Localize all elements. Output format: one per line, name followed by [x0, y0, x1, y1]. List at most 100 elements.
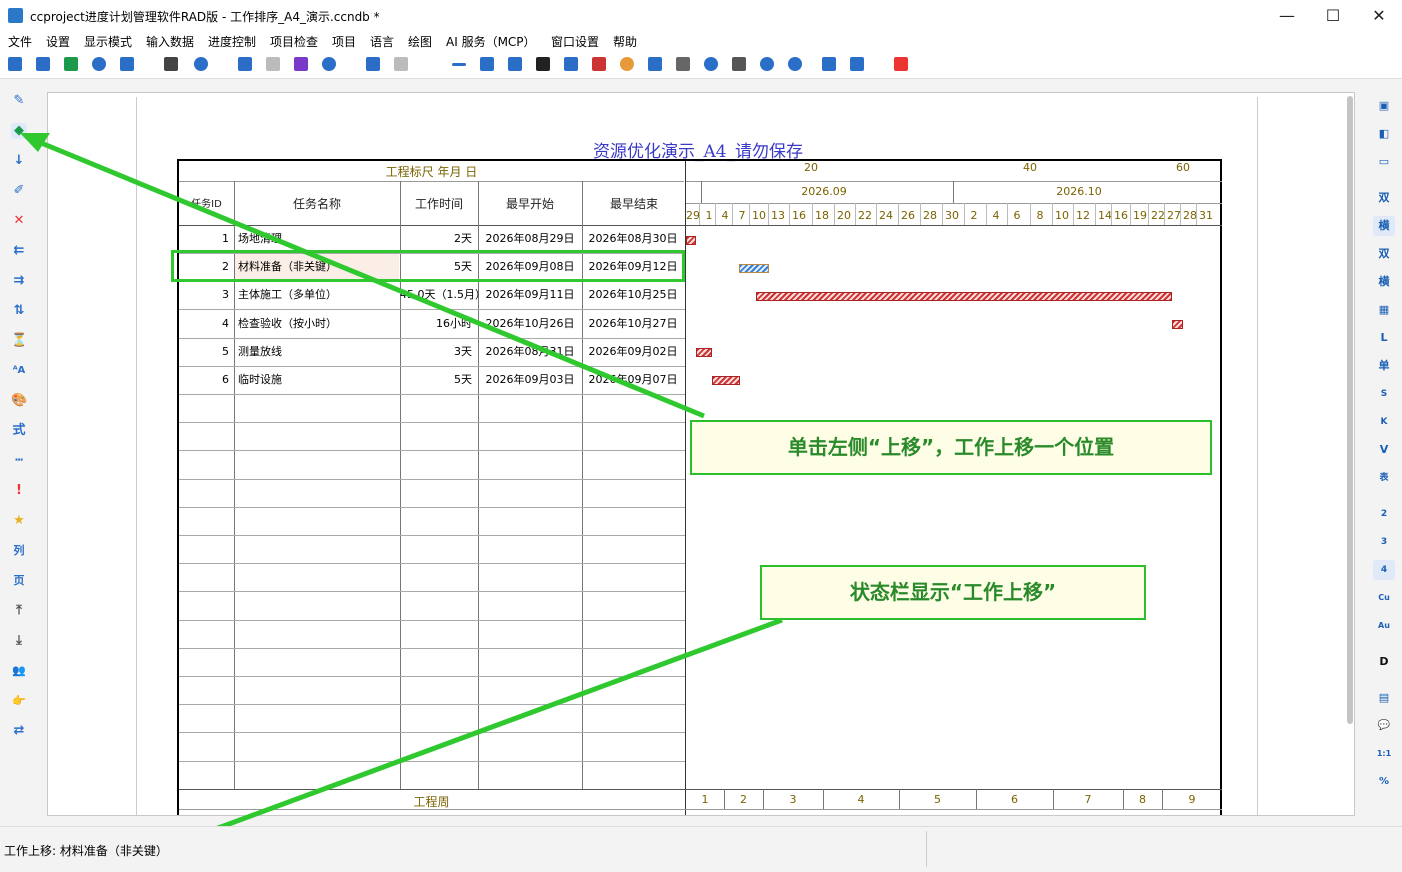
pencil-icon[interactable]: ✎: [11, 93, 27, 109]
info-icon[interactable]: [704, 57, 718, 71]
save-icon[interactable]: [64, 57, 78, 71]
formula-icon[interactable]: 式: [11, 423, 27, 439]
menu-help[interactable]: 帮助: [613, 33, 637, 50]
menu-language[interactable]: 语言: [370, 33, 394, 50]
palette-icon[interactable]: [620, 57, 634, 71]
task-name-cell[interactable]: 场地清理: [238, 225, 398, 253]
font-icon[interactable]: [732, 57, 746, 71]
menu-draw[interactable]: 绘图: [408, 33, 432, 50]
vertical-scrollbar[interactable]: [1347, 96, 1353, 724]
dashed-line-icon[interactable]: ┅: [11, 453, 27, 469]
layout-icon-1[interactable]: ▣: [1373, 96, 1395, 116]
task-name-cell[interactable]: 主体施工（多单位）: [238, 281, 398, 309]
menu-ai-service[interactable]: AI 服务（MCP）: [446, 33, 536, 50]
task-duration-cell[interactable]: 5天: [400, 366, 472, 394]
page-icon[interactable]: 页: [11, 573, 27, 589]
layout-icon-3[interactable]: ▭: [1373, 152, 1395, 172]
three-icon[interactable]: 3: [1373, 532, 1395, 552]
table-icon[interactable]: 表: [1373, 468, 1395, 488]
open-icon[interactable]: [36, 57, 50, 71]
edit-icon[interactable]: [648, 57, 662, 71]
star-icon[interactable]: ★: [11, 513, 27, 529]
column-icon[interactable]: 列: [11, 543, 27, 559]
print-icon[interactable]: [164, 57, 178, 71]
task-id-cell[interactable]: 5: [179, 338, 229, 366]
task-id-cell[interactable]: 3: [179, 281, 229, 309]
columns-icon[interactable]: [480, 57, 494, 71]
indent-icon[interactable]: ⇉: [11, 273, 27, 289]
search-icon[interactable]: [322, 57, 336, 71]
sort-updown-icon[interactable]: ⇅: [11, 303, 27, 319]
cu-icon[interactable]: Cu: [1373, 588, 1395, 608]
red-folder-icon[interactable]: [894, 57, 908, 71]
task-bar-3[interactable]: [756, 292, 1172, 301]
task-id-cell[interactable]: 1: [179, 225, 229, 253]
task-name-cell[interactable]: 测量放线: [238, 338, 398, 366]
edit-task-icon[interactable]: ✐: [11, 183, 27, 199]
task-bar-1[interactable]: [686, 236, 696, 245]
task-start-cell[interactable]: 2026年09月11日: [478, 281, 582, 309]
paste-icon[interactable]: [266, 57, 280, 71]
task-end-cell[interactable]: 2026年09月02日: [582, 338, 684, 366]
asterisk-icon[interactable]: [92, 57, 106, 71]
swap-icon[interactable]: ⇄: [11, 723, 27, 739]
l-icon[interactable]: L: [1373, 328, 1395, 348]
move-up-icon[interactable]: ◆: [11, 123, 27, 139]
report-icon[interactable]: [592, 57, 606, 71]
single-icon[interactable]: 单: [1373, 356, 1395, 376]
point-icon[interactable]: 👉: [11, 693, 27, 709]
one-to-one-icon[interactable]: 1:1: [1373, 744, 1395, 764]
menu-schedule-control[interactable]: 进度控制: [208, 33, 256, 50]
menu-window-settings[interactable]: 窗口设置: [551, 33, 599, 50]
move-bottom-icon[interactable]: ⤓: [11, 633, 27, 649]
sort-icon[interactable]: [508, 57, 522, 71]
k-icon[interactable]: K: [1373, 412, 1395, 432]
grid-icon[interactable]: ▦: [1373, 300, 1395, 320]
delete-icon[interactable]: ✕: [11, 213, 27, 229]
comment-icon[interactable]: 💬: [1373, 716, 1395, 736]
h-icon[interactable]: [676, 57, 690, 71]
menu-settings[interactable]: 设置: [46, 33, 70, 50]
task-bar-6[interactable]: [712, 376, 740, 385]
horizontal-icon[interactable]: 横: [1373, 216, 1395, 236]
layout-icon-2[interactable]: ◧: [1373, 124, 1395, 144]
menu-file[interactable]: 文件: [8, 33, 32, 50]
task-id-cell[interactable]: 4: [179, 310, 229, 338]
copy-icon[interactable]: [238, 57, 252, 71]
task-bar-2[interactable]: [739, 264, 769, 273]
contrast-icon[interactable]: [536, 57, 550, 71]
horizontal-alt-icon[interactable]: 横: [1373, 272, 1395, 292]
task-duration-cell[interactable]: 45.0天（1.5月）: [400, 281, 486, 309]
task-name-cell[interactable]: 检查验收（按小时）: [238, 310, 398, 338]
format-brush-icon[interactable]: [294, 57, 308, 71]
menu-project[interactable]: 项目: [332, 33, 356, 50]
alert-icon[interactable]: !: [11, 483, 27, 499]
task-end-cell[interactable]: 2026年10月25日: [582, 281, 684, 309]
folder-icon[interactable]: [850, 57, 864, 71]
task-start-cell[interactable]: 2026年08月29日: [478, 225, 582, 253]
task-start-cell[interactable]: 2026年09月03日: [478, 366, 582, 394]
move-top-icon[interactable]: ⤒: [11, 603, 27, 619]
task-duration-cell[interactable]: 2天: [400, 225, 472, 253]
task-id-cell[interactable]: 6: [179, 366, 229, 394]
filter-icon[interactable]: ⏳: [11, 333, 27, 349]
percent-icon[interactable]: %: [1373, 772, 1395, 792]
d-icon[interactable]: D: [1373, 652, 1395, 672]
new-icon[interactable]: [8, 57, 22, 71]
s-icon[interactable]: S: [1373, 384, 1395, 404]
undo-icon[interactable]: [366, 57, 380, 71]
task-duration-cell[interactable]: 3天: [400, 338, 472, 366]
double-alt-icon[interactable]: 双: [1373, 244, 1395, 264]
double-icon[interactable]: 双: [1373, 188, 1395, 208]
line-icon[interactable]: [452, 63, 466, 66]
export-icon[interactable]: [120, 57, 134, 71]
outdent-icon[interactable]: ⇇: [11, 243, 27, 259]
menu-display-mode[interactable]: 显示模式: [84, 33, 132, 50]
task-end-cell[interactable]: 2026年10月27日: [582, 310, 684, 338]
four-icon[interactable]: 4: [1373, 560, 1395, 580]
task-bar-4[interactable]: [1172, 320, 1183, 329]
collapse-icon[interactable]: [822, 57, 836, 71]
minimize-button[interactable]: —: [1264, 0, 1310, 31]
refresh-icon[interactable]: [194, 57, 208, 71]
menu-project-check[interactable]: 项目检查: [270, 33, 318, 50]
